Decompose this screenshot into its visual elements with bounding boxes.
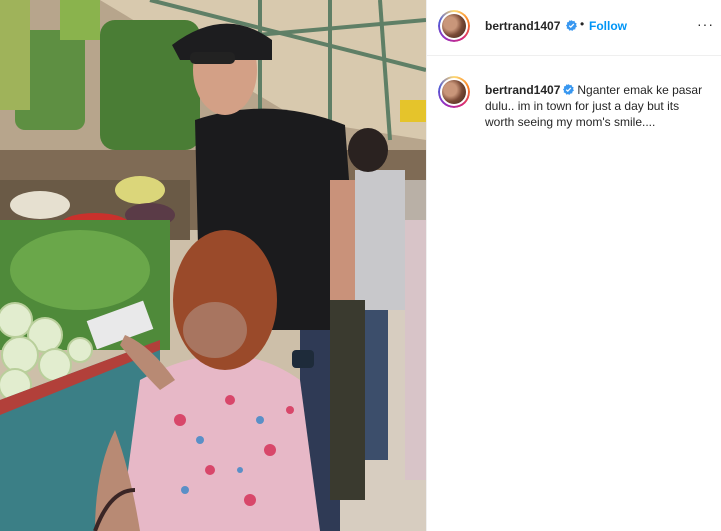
caption-author-avatar[interactable] [438,76,470,108]
avatar-image [442,80,466,104]
avatar-image [442,14,466,38]
market-photo-illustration [0,0,426,531]
author-username[interactable]: bertrand1407 [485,19,560,33]
follow-button[interactable]: Follow [589,19,627,33]
post-sidebar: bertrand1407 • Follow ··· bertrand1407 N… [426,0,721,531]
instagram-post: bertrand1407 • Follow ··· bertrand1407 N… [0,0,721,531]
post-header: bertrand1407 • Follow ··· [427,0,721,56]
verified-badge-icon [566,20,577,31]
caption-username[interactable]: bertrand1407 [485,83,560,97]
author-avatar[interactable] [438,10,470,42]
more-options-button[interactable]: ··· [697,16,714,32]
verified-badge-icon [563,84,575,95]
header-separator: • [580,17,585,31]
post-photo[interactable] [0,0,426,531]
caption-text-block: bertrand1407 Nganter emak ke pasar dulu.… [485,82,705,130]
